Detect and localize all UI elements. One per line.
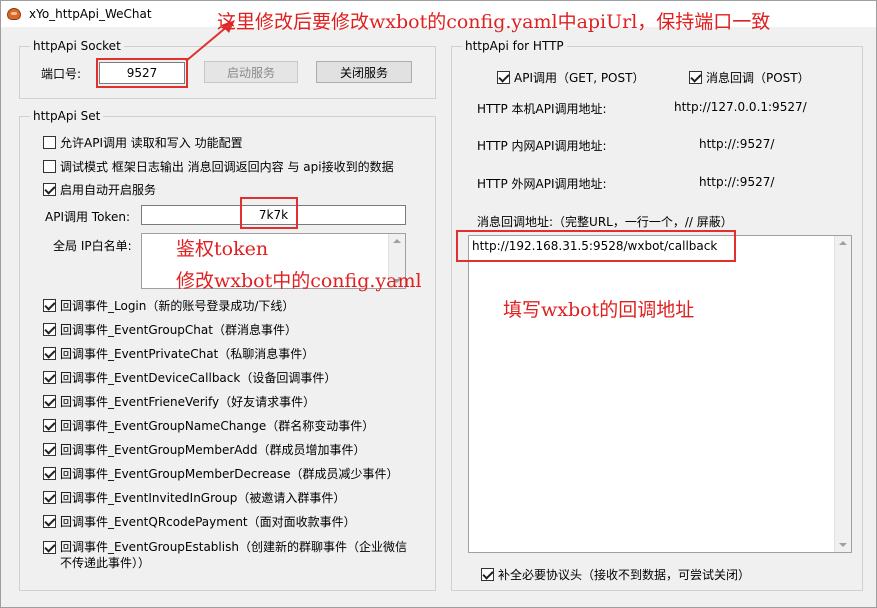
scroll-down-icon[interactable] xyxy=(839,543,847,547)
checkbox-box[interactable] xyxy=(43,515,56,528)
checkbox-box[interactable] xyxy=(43,160,56,173)
wan-api-address: http://:9527/ xyxy=(699,175,775,189)
lan-api-label: HTTP 内网API调用地址: xyxy=(477,139,607,153)
api-call-checkbox[interactable]: API调用（GET, POST） xyxy=(497,69,644,86)
port-label: 端口号: xyxy=(41,67,82,81)
http-group-legend: httpApi for HTTP xyxy=(465,39,564,53)
app-window: xYo_httpApi_WeChat httpApi Socket 端口号: 9… xyxy=(0,0,877,608)
token-highlight-box xyxy=(240,197,298,229)
auto-start-checkbox[interactable]: 启用自动开启服务 xyxy=(43,181,156,198)
checkbox-label: 回调事件_EventGroupMemberAdd（群成员增加事件） xyxy=(60,443,366,457)
checkbox-label: 补全必要协议头（接收不到数据，可尝试关闭） xyxy=(498,568,751,582)
checkbox-box[interactable] xyxy=(43,491,56,504)
event-checkbox-private-chat[interactable]: 回调事件_EventPrivateChat（私聊消息事件） xyxy=(43,345,314,362)
checkbox-box[interactable] xyxy=(497,71,510,84)
window-title: xYo_httpApi_WeChat xyxy=(29,7,152,21)
event-checkbox-group-name-change[interactable]: 回调事件_EventGroupNameChange（群名称变动事件） xyxy=(43,417,374,434)
callback-highlight-box xyxy=(456,230,736,262)
event-checkbox-group-chat[interactable]: 回调事件_EventGroupChat（群消息事件） xyxy=(43,321,297,338)
checkbox-label: 消息回调（POST） xyxy=(706,71,810,85)
patch-headers-checkbox[interactable]: 补全必要协议头（接收不到数据，可尝试关闭） xyxy=(481,566,750,583)
checkbox-box[interactable] xyxy=(43,299,56,312)
checkbox-box[interactable] xyxy=(43,541,56,554)
checkbox-label: 启用自动开启服务 xyxy=(60,183,157,197)
checkbox-box[interactable] xyxy=(43,347,56,360)
checkbox-label: 调试模式 框架日志输出 消息回调返回内容 与 api接收到的数据 xyxy=(60,160,394,174)
event-checkbox-qrcode-payment[interactable]: 回调事件_EventQRcodePayment（面对面收款事件） xyxy=(43,513,356,530)
token-annotation-title: 鉴权token xyxy=(176,238,269,260)
event-checkbox-group-member-add[interactable]: 回调事件_EventGroupMemberAdd（群成员增加事件） xyxy=(43,441,366,458)
port-annotation: 这里修改后要修改wxbot的config.yaml中apiUrl，保持端口一致 xyxy=(217,11,771,33)
checkbox-label: 回调事件_EventInvitedInGroup（被邀请入群事件） xyxy=(60,491,346,505)
checkbox-label: 允许API调用 读取和写入 功能配置 xyxy=(60,136,243,150)
local-api-address: http://127.0.0.1:9527/ xyxy=(674,100,807,114)
checkbox-label: 回调事件_EventPrivateChat（私聊消息事件） xyxy=(60,347,315,361)
checkbox-box[interactable] xyxy=(43,183,56,196)
event-checkbox-friend-verify[interactable]: 回调事件_EventFrieneVerify（好友请求事件） xyxy=(43,393,315,410)
checkbox-label-line-1: 回调事件_EventGroupEstablish（创建新的群聊事件（企业微信 xyxy=(60,540,407,554)
event-checkbox-group-establish[interactable]: 回调事件_EventGroupEstablish（创建新的群聊事件（企业微信 不… xyxy=(43,539,407,571)
checkbox-box[interactable] xyxy=(481,568,494,581)
allow-api-config-checkbox[interactable]: 允许API调用 读取和写入 功能配置 xyxy=(43,134,243,151)
checkbox-box[interactable] xyxy=(43,136,56,149)
checkbox-box[interactable] xyxy=(43,419,56,432)
stop-service-button[interactable]: 关闭服务 xyxy=(316,61,412,83)
event-checkbox-group-member-decrease[interactable]: 回调事件_EventGroupMemberDecrease（群成员减少事件） xyxy=(43,465,399,482)
message-callback-checkbox[interactable]: 消息回调（POST） xyxy=(689,69,810,86)
checkbox-label-line-2: 不传递此事件）） xyxy=(60,556,151,570)
ip-whitelist-label: 全局 IP白名单: xyxy=(53,239,132,253)
callback-url-textarea[interactable]: http://192.168.31.5:9528/wxbot/callback xyxy=(468,235,852,553)
scroll-up-icon[interactable] xyxy=(839,241,847,245)
checkbox-label: API调用（GET, POST） xyxy=(514,71,645,85)
wan-api-label: HTTP 外网API调用地址: xyxy=(477,177,607,191)
checkbox-box[interactable] xyxy=(43,395,56,408)
debug-mode-checkbox[interactable]: 调试模式 框架日志输出 消息回调返回内容 与 api接收到的数据 xyxy=(43,158,394,175)
settings-group-legend: httpApi Set xyxy=(33,109,101,123)
callback-url-label: 消息回调地址:（完整URL，一行一个，// 屏蔽） xyxy=(477,215,733,229)
event-checkbox-login[interactable]: 回调事件_Login（新的账号登录成功/下线） xyxy=(43,297,294,314)
checkbox-box[interactable] xyxy=(689,71,702,84)
checkbox-label: 回调事件_EventGroupEstablish（创建新的群聊事件（企业微信 不… xyxy=(60,539,407,571)
lan-api-address: http://:9527/ xyxy=(699,137,775,151)
checkbox-box[interactable] xyxy=(43,323,56,336)
port-highlight-box xyxy=(96,58,188,88)
checkbox-box[interactable] xyxy=(43,467,56,480)
event-checkbox-device-callback[interactable]: 回调事件_EventDeviceCallback（设备回调事件） xyxy=(43,369,336,386)
checkbox-label: 回调事件_EventQRcodePayment（面对面收款事件） xyxy=(60,515,356,529)
checkbox-box[interactable] xyxy=(43,371,56,384)
token-label: API调用 Token: xyxy=(45,210,130,224)
callback-scrollbar[interactable] xyxy=(834,236,851,552)
token-annotation-detail: 修改wxbot中的config.yaml xyxy=(176,270,422,292)
socket-group-legend: httpApi Socket xyxy=(33,39,121,53)
callback-annotation: 填写wxbot的回调地址 xyxy=(503,299,695,321)
checkbox-label: 回调事件_EventGroupNameChange（群名称变动事件） xyxy=(60,419,375,433)
checkbox-label: 回调事件_Login（新的账号登录成功/下线） xyxy=(60,299,295,313)
checkbox-label: 回调事件_EventDeviceCallback（设备回调事件） xyxy=(60,371,337,385)
checkbox-label: 回调事件_EventFrieneVerify（好友请求事件） xyxy=(60,395,316,409)
checkbox-label: 回调事件_EventGroupChat（群消息事件） xyxy=(60,323,297,337)
checkbox-label: 回调事件_EventGroupMemberDecrease（群成员减少事件） xyxy=(60,467,399,481)
app-logo-icon xyxy=(7,8,21,20)
scroll-up-icon[interactable] xyxy=(393,239,401,243)
local-api-label: HTTP 本机API调用地址: xyxy=(477,102,607,116)
checkbox-box[interactable] xyxy=(43,443,56,456)
event-checkbox-invited-in-group[interactable]: 回调事件_EventInvitedInGroup（被邀请入群事件） xyxy=(43,489,345,506)
